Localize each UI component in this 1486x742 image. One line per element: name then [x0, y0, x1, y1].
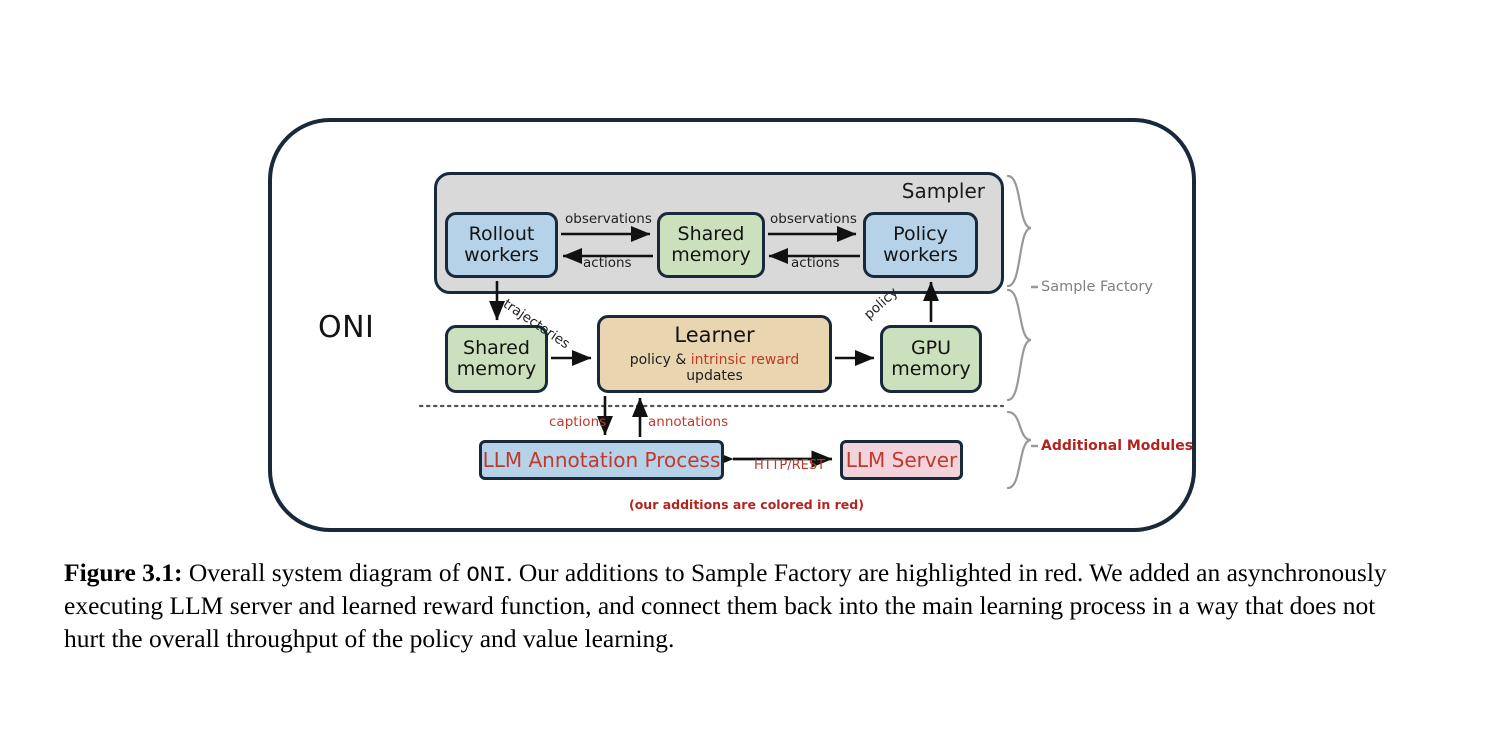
edge-label-http-rest: HTTP/REST	[754, 458, 826, 473]
caption-text-part1: Overall system diagram of	[182, 558, 467, 587]
node-gpu-memory[interactable]: GPU memory	[880, 325, 982, 393]
learner-sub-suffix: updates	[686, 367, 743, 384]
node-learner-subtitle: policy & intrinsic reward updates	[600, 352, 829, 384]
brace-label-additional-modules: Additional Modules	[1041, 438, 1194, 454]
figure-page: CPU components GPU components Remote nod…	[0, 0, 1486, 742]
edge-label-actions-2: actions	[791, 255, 840, 271]
node-learner-shared-memory-line1: Shared	[463, 336, 530, 359]
node-llm-annotation-process-label: LLM Annotation Process	[482, 447, 721, 472]
oni-system-label: ONI	[318, 310, 375, 345]
node-sampler-shared-memory-line2: memory	[671, 244, 751, 266]
node-gpu-memory-line2: memory	[891, 358, 971, 380]
figure-caption: Figure 3.1: Overall system diagram of ON…	[64, 557, 1404, 656]
caption-mono-term: ONI	[466, 563, 507, 588]
node-learner-shared-memory-line2: memory	[456, 358, 537, 380]
brace-label-sample-factory: Sample Factory	[1041, 279, 1153, 295]
node-llm-server[interactable]: LLM Server	[840, 440, 963, 480]
additions-note: (our additions are colored in red)	[629, 497, 864, 512]
learner-sub-prefix: policy &	[629, 352, 691, 369]
node-policy-workers-line2: workers	[883, 244, 958, 266]
edge-label-observations-1: observations	[565, 211, 652, 227]
node-policy-workers-line1: Policy	[893, 222, 948, 245]
node-rollout-workers[interactable]: Rollout workers	[445, 212, 558, 278]
node-learner[interactable]: Learner policy & intrinsic reward update…	[597, 315, 832, 393]
node-sampler-shared-memory-line1: Shared	[677, 222, 745, 245]
caption-figure-number: Figure 3.1:	[64, 558, 183, 587]
node-rollout-workers-line2: workers	[464, 244, 539, 266]
node-learner-shared-memory[interactable]: Shared memory	[445, 325, 548, 393]
node-llm-annotation-process[interactable]: LLM Annotation Process	[479, 440, 724, 480]
node-learner-title: Learner	[674, 322, 755, 347]
edge-label-actions-1: actions	[583, 255, 632, 271]
edge-label-captions: captions	[549, 414, 607, 430]
node-rollout-workers-line1: Rollout	[468, 222, 535, 245]
edge-label-observations-2: observations	[770, 211, 857, 227]
learner-sub-highlight: intrinsic reward	[690, 352, 800, 369]
edge-label-annotations: annotations	[648, 414, 729, 430]
sampler-title: Sampler	[901, 179, 985, 203]
node-sampler-shared-memory[interactable]: Shared memory	[657, 212, 765, 278]
node-llm-server-label: LLM Server	[845, 447, 958, 472]
node-policy-workers[interactable]: Policy workers	[863, 212, 978, 278]
node-gpu-memory-line1: GPU	[910, 336, 952, 359]
